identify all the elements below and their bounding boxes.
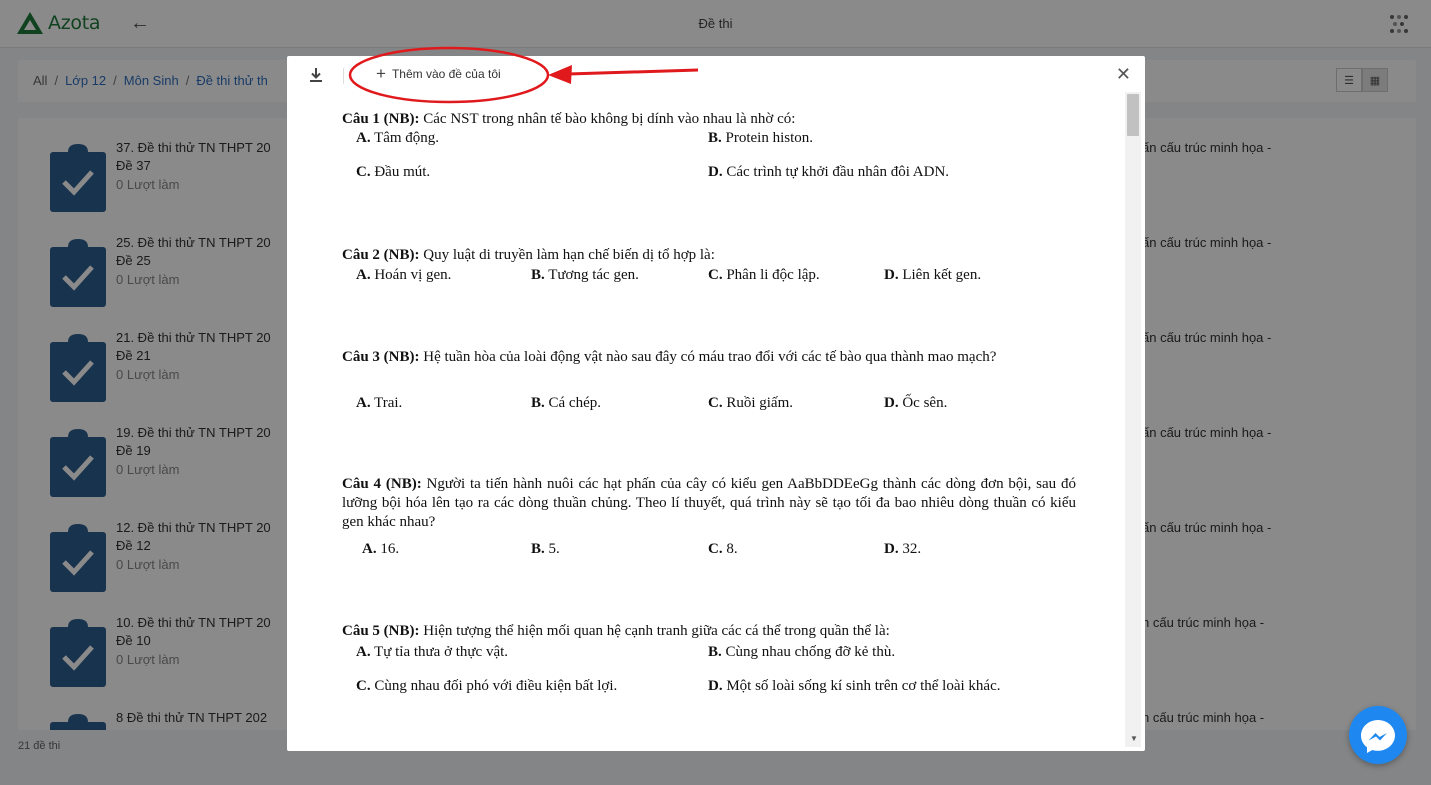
close-icon[interactable]: ✕ [1116, 65, 1131, 83]
exam-document: Câu 1 (NB): Các NST trong nhân tế bào kh… [287, 92, 1125, 751]
question-label: Câu 2 (NB): [342, 247, 420, 263]
answer-option: B. Cùng nhau chống đỡ kẻ thù. [708, 644, 895, 661]
option-letter: C. [708, 395, 723, 411]
option-letter: D. [708, 164, 723, 180]
answer-option: C. Phân li độc lập. [708, 267, 820, 284]
option-text: Phân li độc lập. [722, 267, 820, 283]
scroll-down-icon[interactable]: ▼ [1130, 734, 1138, 743]
option-text: Cá chép. [544, 395, 601, 411]
option-text: Cùng nhau chống đỡ kẻ thù. [721, 644, 896, 660]
answer-option: D. 32. [884, 541, 921, 558]
option-letter: C. [356, 164, 371, 180]
option-text: Tương tác gen. [544, 267, 639, 283]
answer-option: D. Một số loài sống kí sinh trên cơ thể … [708, 678, 1000, 695]
option-letter: A. [356, 130, 371, 146]
messenger-icon[interactable] [1349, 706, 1407, 764]
question-text: Các NST trong nhân tế bào không bị dính … [419, 111, 796, 127]
question-stem: Câu 4 (NB): Người ta tiến hành nuôi các … [342, 475, 1076, 532]
question-text: Hiện tượng thể hiện mối quan hệ cạnh tra… [419, 623, 890, 639]
option-letter: A. [356, 395, 371, 411]
option-text: Hoán vị gen. [370, 267, 452, 283]
option-letter: C. [708, 541, 723, 557]
option-letter: A. [356, 267, 371, 283]
option-letter: B. [531, 541, 545, 557]
option-letter: C. [356, 678, 371, 694]
answer-option: A. Hoán vị gen. [356, 267, 451, 284]
scrollbar-thumb[interactable] [1127, 94, 1139, 136]
add-to-my-exams-label: Thêm vào đề của tôi [391, 67, 501, 81]
plus-icon: + [376, 64, 386, 83]
question-text: Quy luật di truyền làm hạn chế biến dị t… [419, 247, 715, 263]
option-letter: B. [531, 267, 545, 283]
option-text: Ruồi giấm. [722, 395, 794, 411]
question-label: Câu 1 (NB): [342, 111, 420, 127]
answer-option: D. Các trình tự khởi đầu nhân đôi ADN. [708, 164, 949, 181]
option-text: Tâm động. [370, 130, 440, 146]
exam-preview-modal: + Thêm vào đề của tôi ✕ Câu 1 (NB): Các … [287, 56, 1145, 751]
answer-option: B. Protein histon. [708, 130, 813, 147]
option-text: Cùng nhau đối phó với điều kiện bất lợi. [370, 678, 618, 694]
option-letter: D. [708, 678, 723, 694]
option-letter: D. [884, 395, 899, 411]
answer-option: A. Trai. [356, 395, 402, 412]
answer-option: B. Cá chép. [531, 395, 601, 412]
add-to-my-exams-button[interactable]: + Thêm vào đề của tôi [376, 64, 501, 83]
download-icon[interactable] [307, 66, 325, 84]
toolbar-divider [343, 68, 344, 84]
answer-option: C. Đầu mút. [356, 164, 430, 181]
option-text: 5. [544, 541, 560, 557]
question-label: Câu 5 (NB): [342, 623, 420, 639]
answer-option: A. Tự tỉa thưa ở thực vật. [356, 644, 508, 661]
answer-option: B. Tương tác gen. [531, 267, 639, 284]
answer-option: A. Tâm động. [356, 130, 439, 147]
question-stem: Câu 2 (NB): Quy luật di truyền làm hạn c… [342, 246, 1076, 265]
option-text: Protein histon. [721, 130, 814, 146]
option-text: 16. [376, 541, 400, 557]
scrollbar[interactable]: ▼ [1125, 92, 1141, 747]
question-text: Người ta tiến hành nuôi các hạt phấn của… [342, 476, 1077, 530]
option-letter: B. [531, 395, 545, 411]
option-text: Tự tỉa thưa ở thực vật. [370, 644, 509, 660]
option-text: 32. [898, 541, 922, 557]
question-stem: Câu 1 (NB): Các NST trong nhân tế bào kh… [342, 110, 1076, 129]
question-stem: Câu 5 (NB): Hiện tượng thể hiện mối quan… [342, 622, 1076, 641]
option-text: Trai. [370, 395, 403, 411]
option-letter: D. [884, 541, 899, 557]
option-letter: B. [708, 130, 722, 146]
option-letter: D. [884, 267, 899, 283]
option-letter: C. [708, 267, 723, 283]
option-letter: A. [356, 644, 371, 660]
option-text: Liên kết gen. [898, 267, 982, 283]
modal-toolbar: + Thêm vào đề của tôi ✕ [287, 56, 1145, 92]
question-label: Câu 4 (NB): [342, 476, 422, 492]
answer-option: C. Cùng nhau đối phó với điều kiện bất l… [356, 678, 617, 695]
answer-option: A. 16. [362, 541, 399, 558]
answer-option: C. Ruồi giấm. [708, 395, 793, 412]
question-text: Hệ tuần hòa của loài động vật nào sau đâ… [419, 349, 997, 365]
question-label: Câu 3 (NB): [342, 349, 420, 365]
option-text: 8. [722, 541, 738, 557]
option-text: Đầu mút. [370, 164, 431, 180]
option-text: Các trình tự khởi đầu nhân đôi ADN. [722, 164, 950, 180]
answer-option: D. Ốc sên. [884, 395, 947, 412]
question-stem: Câu 3 (NB): Hệ tuần hòa của loài động vậ… [342, 348, 1076, 367]
option-text: Ốc sên. [898, 395, 948, 411]
option-text: Một số loài sống kí sinh trên cơ thể loà… [722, 678, 1001, 694]
option-letter: A. [362, 541, 377, 557]
answer-option: B. 5. [531, 541, 560, 558]
answer-option: D. Liên kết gen. [884, 267, 981, 284]
answer-option: C. 8. [708, 541, 738, 558]
option-letter: B. [708, 644, 722, 660]
